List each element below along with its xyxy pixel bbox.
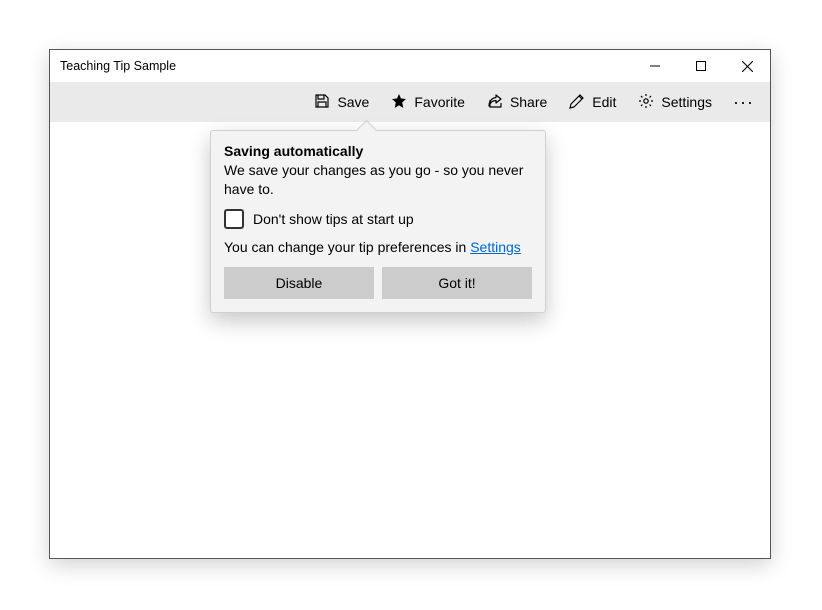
gotit-button[interactable]: Got it!: [382, 267, 532, 299]
tip-footer-text: You can change your tip preferences in: [224, 239, 470, 255]
settings-button[interactable]: Settings: [627, 87, 723, 118]
window-controls: [632, 50, 770, 82]
save-icon: [314, 93, 330, 112]
save-label: Save: [337, 94, 369, 110]
favorite-button[interactable]: Favorite: [380, 87, 476, 118]
checkbox-label: Don't show tips at start up: [253, 211, 414, 227]
window-title: Teaching Tip Sample: [60, 59, 632, 73]
tip-buttons: Disable Got it!: [224, 267, 532, 299]
favorite-label: Favorite: [414, 94, 465, 110]
disable-button[interactable]: Disable: [224, 267, 374, 299]
maximize-button[interactable]: [678, 50, 724, 82]
minimize-button[interactable]: [632, 50, 678, 82]
gear-icon: [638, 93, 654, 112]
teaching-tip: Saving automatically We save your change…: [210, 130, 546, 313]
toolbar: Save Favorite Share Edit Settings: [50, 82, 770, 122]
tip-checkbox-row: Don't show tips at start up: [224, 209, 532, 229]
close-button[interactable]: [724, 50, 770, 82]
tip-footer: You can change your tip preferences in S…: [224, 239, 532, 255]
app-window: Teaching Tip Sample Save Favorite: [49, 49, 771, 559]
share-button[interactable]: Share: [476, 87, 558, 118]
save-button[interactable]: Save: [303, 87, 380, 118]
more-icon: ···: [733, 93, 754, 111]
titlebar: Teaching Tip Sample: [50, 50, 770, 82]
dont-show-checkbox[interactable]: [224, 209, 244, 229]
share-label: Share: [510, 94, 547, 110]
settings-label: Settings: [661, 94, 712, 110]
tip-title: Saving automatically: [224, 143, 532, 159]
share-icon: [487, 93, 503, 112]
edit-label: Edit: [592, 94, 616, 110]
tip-settings-link[interactable]: Settings: [470, 239, 521, 255]
star-icon: [391, 93, 407, 112]
more-button[interactable]: ···: [723, 87, 764, 117]
edit-button[interactable]: Edit: [558, 87, 627, 118]
content-area: Saving automatically We save your change…: [50, 122, 770, 558]
pencil-icon: [569, 93, 585, 112]
tip-body: We save your changes as you go - so you …: [224, 161, 532, 199]
